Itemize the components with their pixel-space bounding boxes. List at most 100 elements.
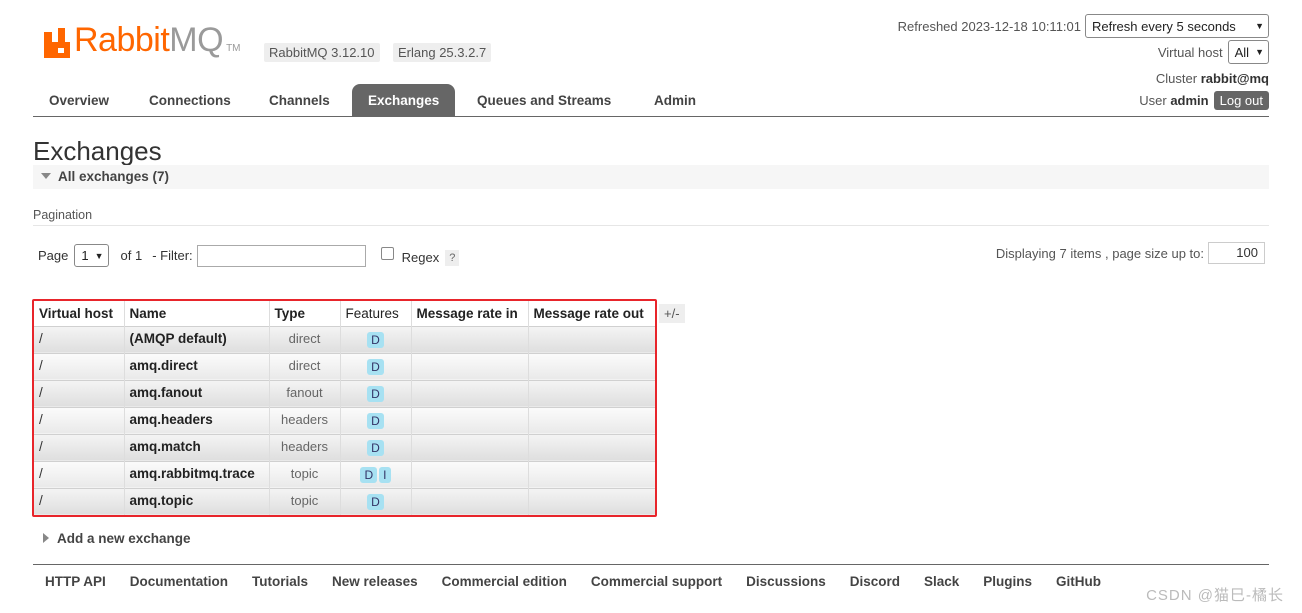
footer-links: HTTP API Documentation Tutorials New rel…: [45, 574, 1125, 589]
watermark: CSDN @猫巳-橘长: [1146, 587, 1284, 604]
footer-link-github[interactable]: GitHub: [1056, 574, 1101, 589]
footer-link-new-releases[interactable]: New releases: [332, 574, 418, 589]
tab-queues-and-streams[interactable]: Queues and Streams: [461, 84, 627, 116]
table-row[interactable]: / (AMQP default) direct D: [34, 325, 655, 353]
col-features: Features: [340, 301, 412, 326]
cell-rate-in: [411, 379, 529, 407]
exchange-name-link[interactable]: amq.direct: [124, 352, 270, 380]
durable-badge: D: [367, 493, 384, 510]
exchange-name-link[interactable]: amq.rabbitmq.trace: [124, 460, 270, 488]
cell-rate-out: [528, 325, 655, 353]
exchange-name-link[interactable]: amq.topic: [124, 487, 270, 515]
tab-admin[interactable]: Admin: [638, 84, 712, 116]
pagination-label: Pagination: [33, 208, 93, 222]
cell-rate-in: [411, 406, 529, 434]
col-name[interactable]: Name: [124, 301, 270, 326]
footer-link-discord[interactable]: Discord: [850, 574, 900, 589]
footer-link-commercial-edition[interactable]: Commercial edition: [442, 574, 567, 589]
vhost-label: Virtual host: [1157, 44, 1223, 60]
pager: Page 1 ▼ of 1 - Filter: Regex ?: [38, 244, 460, 267]
main-nav: Overview Connections Channels Exchanges …: [33, 84, 1269, 117]
cell-vhost: /: [34, 487, 125, 515]
cell-features: D: [340, 487, 412, 515]
regex-checkbox[interactable]: [380, 247, 394, 260]
cell-rate-out: [528, 487, 655, 515]
footer-link-plugins[interactable]: Plugins: [983, 574, 1032, 589]
rabbit-logo-icon: [44, 28, 72, 58]
page-count: of 1: [120, 248, 143, 263]
cell-type: direct: [269, 325, 341, 353]
table-row[interactable]: / amq.fanout fanout D: [34, 379, 655, 407]
cell-type: topic: [269, 460, 341, 488]
exchanges-table-highlight: Virtual host Name Type Features Message …: [32, 299, 657, 517]
regex-label: Regex: [401, 250, 440, 265]
regex-help-button[interactable]: ?: [445, 249, 460, 266]
chevron-down-icon: ▼: [94, 250, 104, 261]
filter-label: - Filter:: [152, 248, 193, 263]
table-row[interactable]: / amq.rabbitmq.trace topic DI: [34, 460, 655, 488]
refreshed-timestamp: Refreshed 2023-12-18 10:11:01: [897, 18, 1081, 34]
divider: [33, 225, 1269, 226]
add-exchange-toggle[interactable]: Add a new exchange: [43, 531, 191, 546]
table-row[interactable]: / amq.direct direct D: [34, 352, 655, 380]
logo-text-mq: MQ: [169, 21, 224, 59]
table-row[interactable]: / amq.headers headers D: [34, 406, 655, 434]
col-message-rate-out: Message rate out: [528, 301, 655, 326]
footer-link-http-api[interactable]: HTTP API: [45, 574, 106, 589]
triangle-down-icon: [41, 173, 51, 179]
col-virtual-host[interactable]: Virtual host: [34, 301, 125, 326]
tab-overview[interactable]: Overview: [33, 84, 125, 116]
table-row[interactable]: / amq.match headers D: [34, 433, 655, 461]
add-exchange-label: Add a new exchange: [57, 531, 191, 546]
cell-vhost: /: [34, 433, 125, 461]
footer-link-commercial-support[interactable]: Commercial support: [591, 574, 722, 589]
rabbitmq-version-badge: RabbitMQ 3.12.10: [264, 43, 380, 62]
cell-vhost: /: [34, 460, 125, 488]
footer-link-documentation[interactable]: Documentation: [130, 574, 228, 589]
cell-vhost: /: [34, 325, 125, 353]
all-exchanges-label: All exchanges (7): [58, 169, 170, 184]
chevron-down-icon: ▼: [1255, 21, 1264, 31]
footer-link-tutorials[interactable]: Tutorials: [252, 574, 308, 589]
cell-rate-in: [411, 325, 529, 353]
rabbitmq-logo[interactable]: Rabbit MQ TM: [44, 22, 241, 58]
durable-badge: D: [360, 466, 378, 483]
tab-channels[interactable]: Channels: [253, 84, 346, 116]
exchange-name-link[interactable]: amq.headers: [124, 406, 270, 434]
cell-rate-out: [528, 406, 655, 434]
page-select[interactable]: 1 ▼: [74, 244, 109, 267]
exchange-name-link[interactable]: amq.fanout: [124, 379, 270, 407]
vhost-value: All: [1234, 44, 1250, 60]
cell-rate-out: [528, 460, 655, 488]
col-message-rate-in: Message rate in: [411, 301, 529, 326]
cell-rate-out: [528, 433, 655, 461]
exchange-name-link[interactable]: (AMQP default): [124, 325, 270, 353]
cell-rate-in: [411, 352, 529, 380]
footer-link-discussions[interactable]: Discussions: [746, 574, 826, 589]
tab-exchanges[interactable]: Exchanges: [352, 84, 456, 116]
col-type[interactable]: Type: [269, 301, 341, 326]
tab-connections[interactable]: Connections: [133, 84, 247, 116]
exchange-name-link[interactable]: amq.match: [124, 433, 270, 461]
all-exchanges-toggle[interactable]: All exchanges (7): [33, 165, 1269, 189]
chevron-down-icon: ▼: [1255, 47, 1264, 57]
footer-link-slack[interactable]: Slack: [924, 574, 959, 589]
cell-rate-out: [528, 379, 655, 407]
page-size-input[interactable]: 100: [1208, 242, 1265, 264]
refresh-interval-select[interactable]: Refresh every 5 seconds ▼: [1085, 14, 1269, 38]
filter-input[interactable]: [196, 244, 366, 267]
vhost-select[interactable]: All ▼: [1227, 40, 1269, 64]
cell-rate-in: [411, 433, 529, 461]
column-toggle-button[interactable]: +/-: [659, 304, 685, 323]
internal-badge: I: [379, 466, 391, 483]
cell-features: D: [340, 379, 412, 407]
refresh-interval-value: Refresh every 5 seconds: [1092, 18, 1236, 34]
durable-badge: D: [367, 331, 384, 348]
cell-vhost: /: [34, 406, 125, 434]
cell-rate-out: [528, 352, 655, 380]
page-label: Page: [38, 248, 69, 263]
table-row[interactable]: / amq.topic topic D: [34, 487, 655, 515]
footer-divider: [33, 564, 1269, 565]
cell-rate-in: [411, 487, 529, 515]
durable-badge: D: [367, 439, 384, 456]
